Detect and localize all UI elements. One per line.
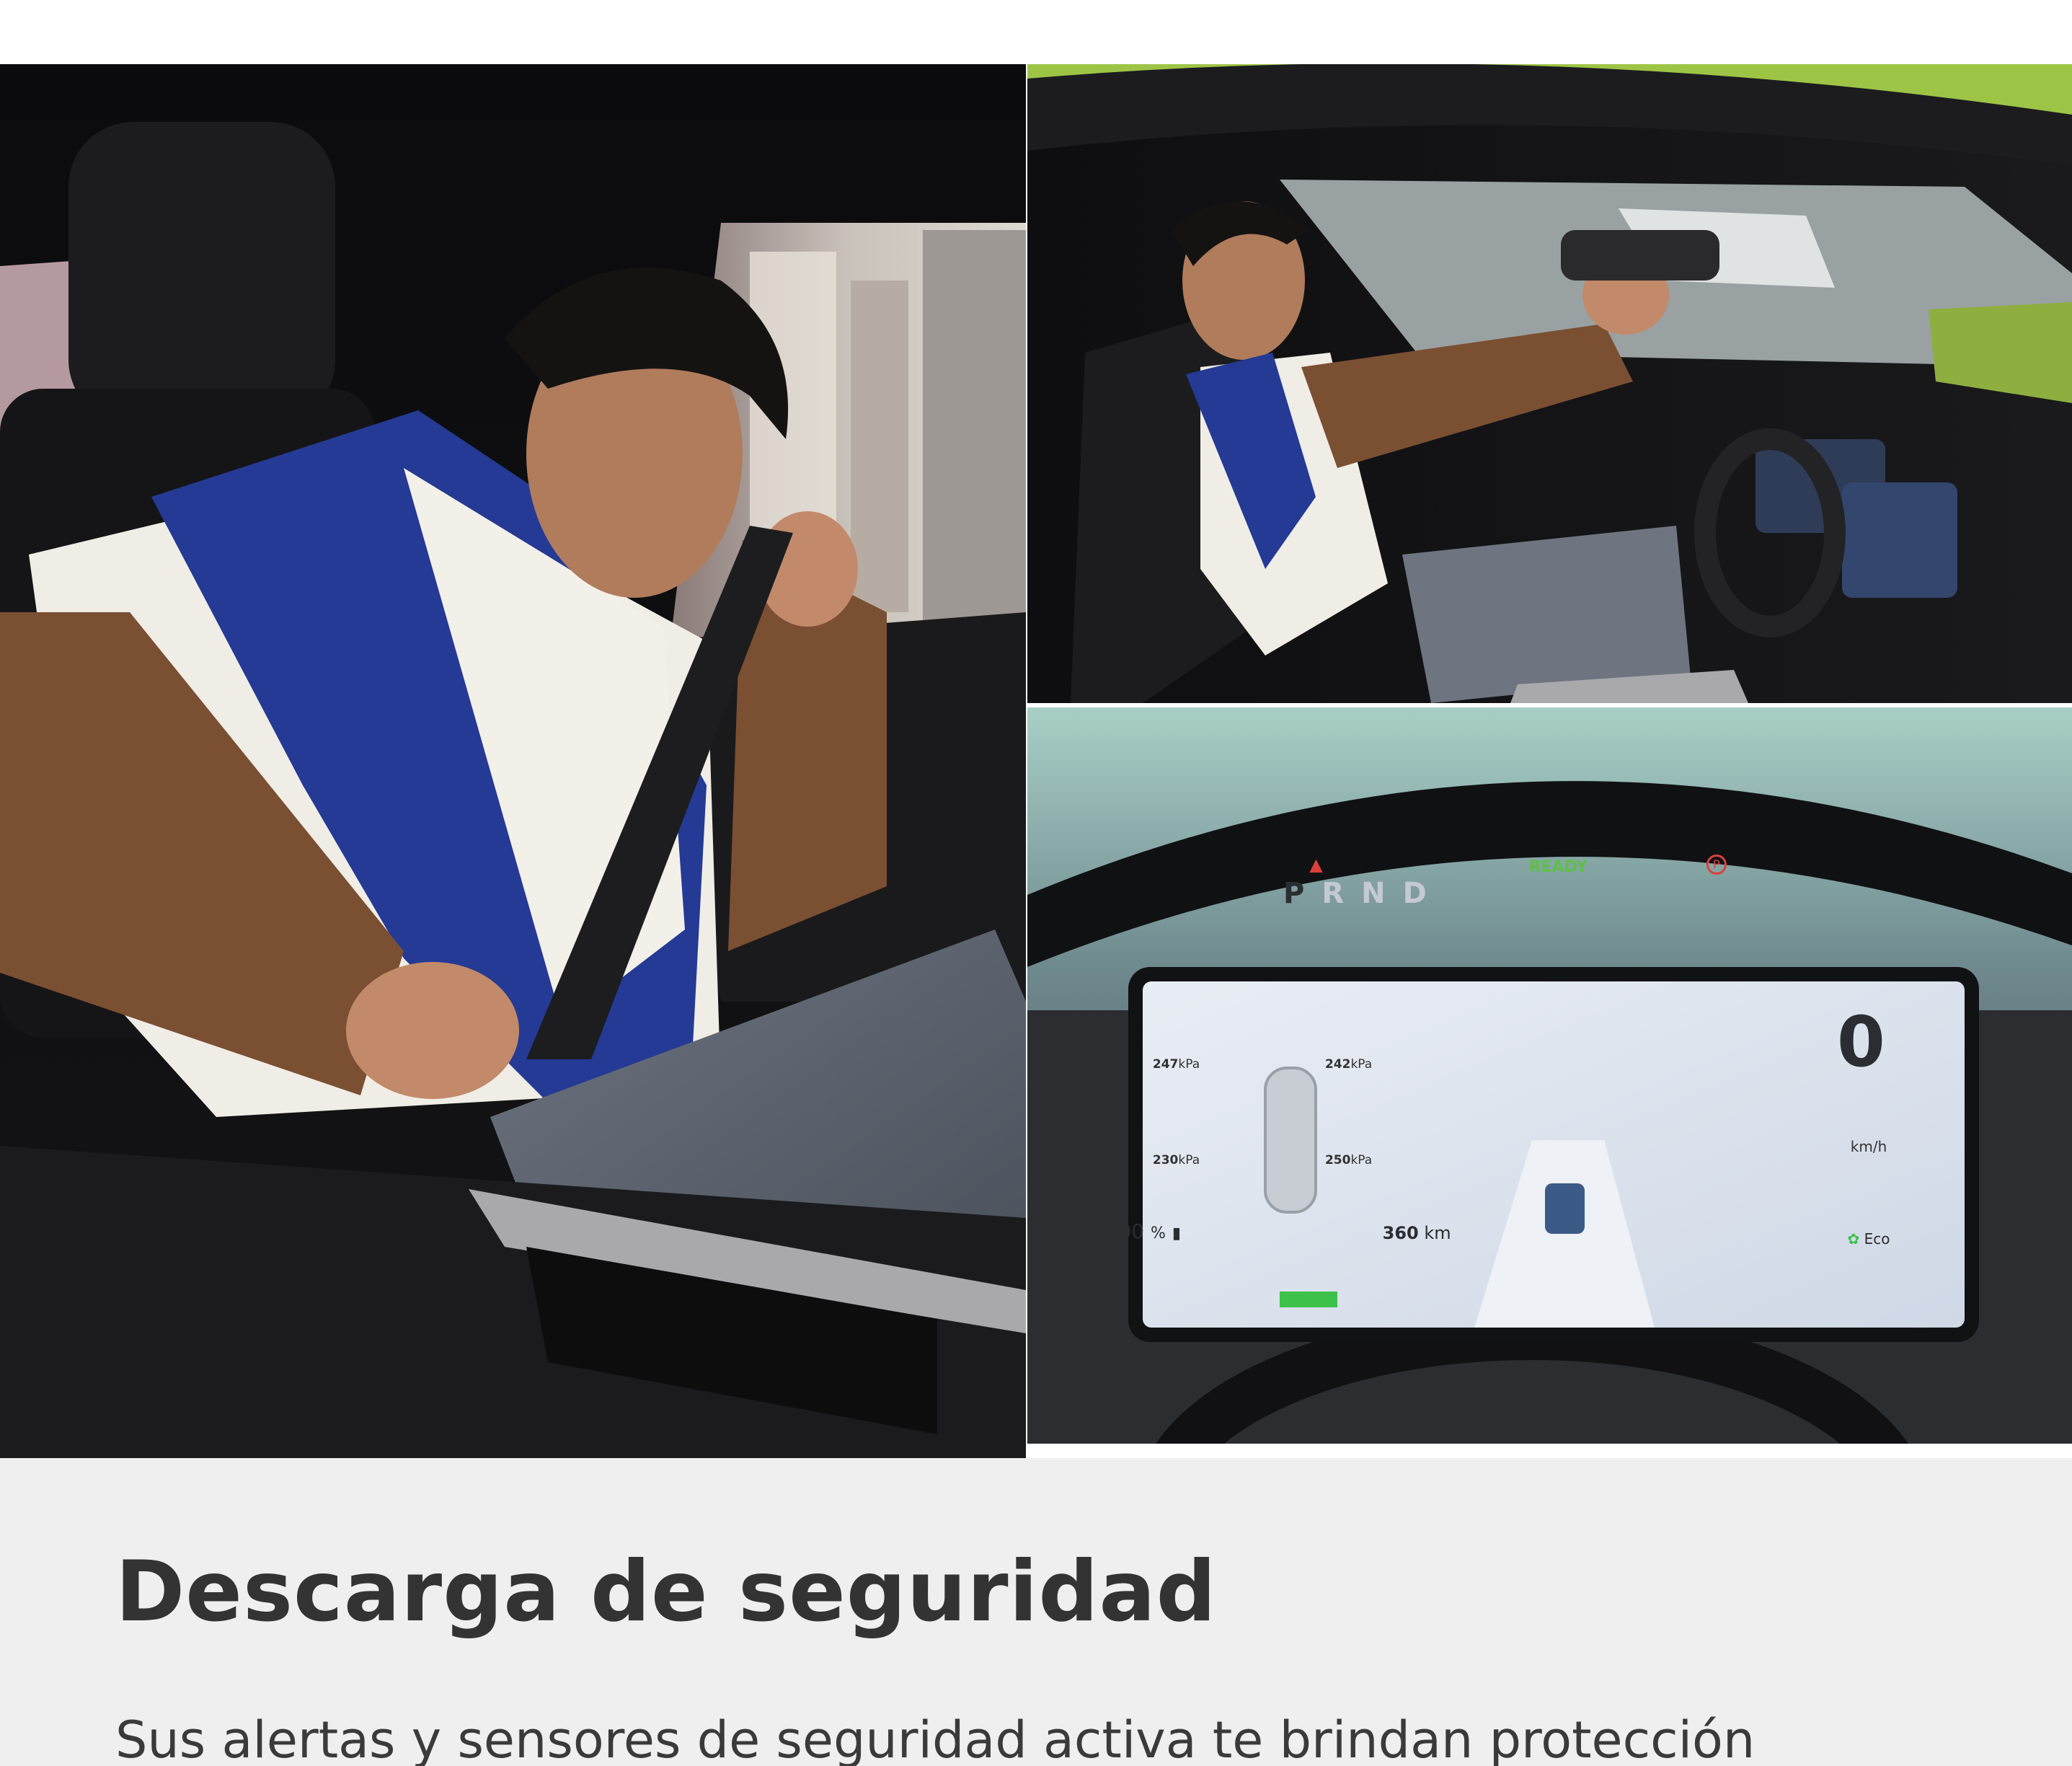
gear-r: R (1321, 876, 1362, 910)
gear-d: D (1402, 876, 1444, 910)
seatbelt-photo (0, 64, 1026, 1458)
charging-plug-icon: ▮ (1172, 1224, 1181, 1242)
range-value: 360 (1382, 1222, 1419, 1243)
tire-pressure-fl: 247kPa (1152, 1056, 1200, 1072)
driver-mirror-photo (1027, 64, 2072, 703)
instrument-cluster-photo: READY ▲ P PRND 247kPa 242kPa 230kPa 250k… (1027, 707, 2072, 1444)
mode-label: Eco (1864, 1229, 1890, 1248)
seatbelt-warning-icon: ▲ (1309, 855, 1323, 875)
speed-value: 0 (1836, 1002, 1885, 1083)
section-body: Sus alertas y sensores de seguridad acti… (115, 1710, 1756, 1766)
battery-readout: 100 % ▮ (1106, 1219, 1181, 1243)
cluster-overlay: READY ▲ P PRND 247kPa 242kPa 230kPa 250k… (1027, 707, 2072, 1444)
gear-selector: PRND (1283, 877, 1444, 910)
page: READY ▲ P PRND 247kPa 242kPa 230kPa 250k… (0, 0, 2072, 1766)
seatbelt-illustration (0, 64, 1026, 1458)
percent-sign: % (1151, 1224, 1166, 1242)
photo-grid: READY ▲ P PRND 247kPa 242kPa 230kPa 250k… (0, 64, 2072, 1458)
parking-brake-icon: P (1706, 855, 1727, 875)
tire-pressure-rl: 230kPa (1152, 1152, 1200, 1167)
battery-percent: 100 (1105, 1219, 1145, 1243)
driver-illustration (1027, 64, 2072, 703)
speed-unit: km/h (1850, 1138, 1887, 1156)
feature-text-section: Descarga de seguridad Sus alertas y sens… (0, 1458, 2072, 1766)
tire-pressure-fr: 242kPa (1324, 1056, 1373, 1072)
section-title: Descarga de seguridad (115, 1543, 1217, 1641)
gear-n: N (1361, 876, 1403, 910)
gear-p: P (1283, 876, 1322, 910)
range-unit: km (1424, 1222, 1451, 1243)
drive-mode: ✿ Eco (1847, 1230, 1890, 1248)
range-readout: 360 km (1383, 1223, 1451, 1243)
tire-pressure-rr: 250kPa (1324, 1152, 1373, 1167)
eco-leaf-icon: ✿ (1847, 1229, 1860, 1248)
ready-indicator: READY (1528, 858, 1588, 877)
